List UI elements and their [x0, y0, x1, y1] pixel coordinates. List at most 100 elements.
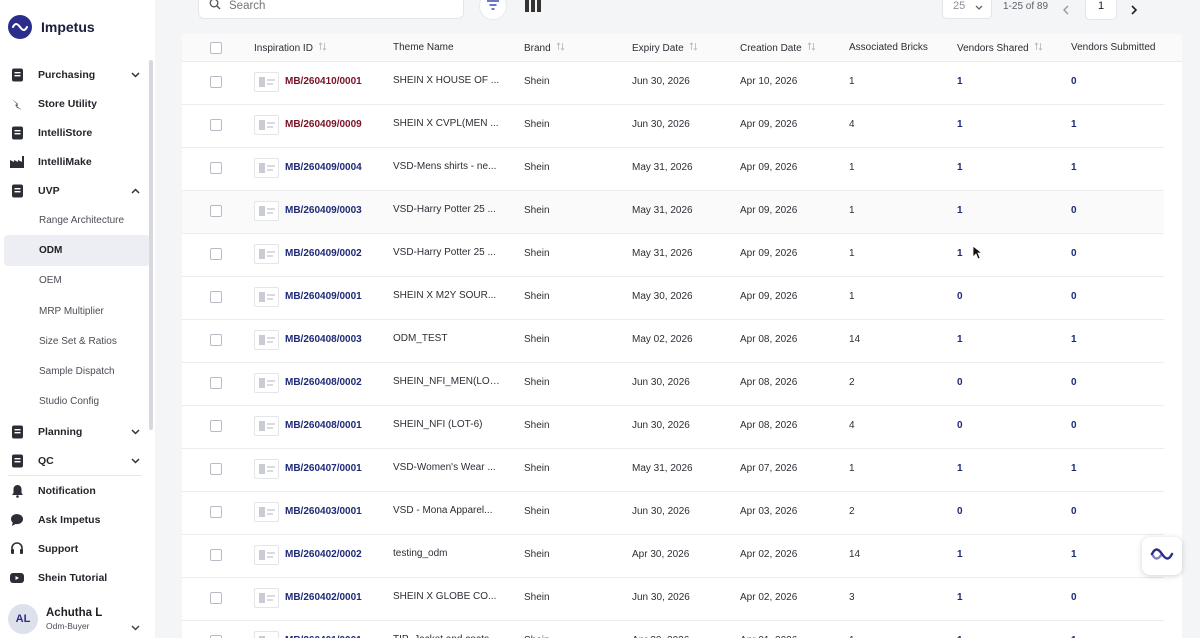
table-row[interactable]: MB/260401/0001TIP_Jacket and coatsSheinA… [182, 621, 1164, 638]
inspiration-id-link[interactable]: MB/260410/0001 [285, 76, 362, 87]
vendors-submitted[interactable]: 0 [1071, 248, 1077, 259]
inspiration-thumbnail[interactable] [254, 373, 279, 393]
header-vendors-shared[interactable]: Vendors Shared [957, 42, 1043, 54]
row-checkbox[interactable] [210, 549, 222, 561]
inspiration-thumbnail[interactable] [254, 416, 279, 436]
inspiration-id-link[interactable]: MB/260409/0001 [285, 291, 362, 302]
vendors-shared[interactable]: 1 [957, 592, 963, 603]
vendors-shared[interactable]: 0 [957, 420, 963, 431]
header-creation-date[interactable]: Creation Date [740, 42, 816, 54]
inspiration-thumbnail[interactable] [254, 631, 279, 638]
table-row[interactable]: MB/260410/0001 SHEIN X HOUSE OF ... Shein J… [182, 62, 1164, 105]
vendors-shared[interactable]: 0 [957, 506, 963, 517]
page-number-input[interactable]: 1 [1085, 0, 1117, 20]
select-all-checkbox[interactable] [210, 42, 222, 54]
vendors-submitted[interactable]: 1 [1071, 549, 1077, 560]
inspiration-id-link[interactable]: MB/260408/0002 [285, 377, 362, 388]
sort-icon[interactable] [556, 42, 565, 54]
row-checkbox[interactable] [210, 162, 222, 174]
inspiration-id-link[interactable]: MB/260409/0004 [285, 162, 362, 173]
inspiration-id-link[interactable]: MB/260402/0001 [285, 592, 362, 603]
vendors-submitted[interactable]: 0 [1071, 420, 1077, 431]
inspiration-thumbnail[interactable] [254, 158, 279, 178]
vendors-submitted[interactable]: 1 [1071, 463, 1077, 474]
sidebar-subitem-odm[interactable]: ODM [4, 235, 150, 266]
user-profile[interactable]: AL Achutha L Odm-Buyer [8, 604, 102, 634]
vendors-submitted[interactable]: 0 [1071, 592, 1077, 603]
inspiration-id-link[interactable]: MB/260409/0002 [285, 248, 362, 259]
impetus-assistant-button[interactable] [1142, 537, 1182, 575]
vendors-shared[interactable]: 1 [957, 205, 963, 216]
vendors-shared[interactable]: 1 [957, 119, 963, 130]
vendors-submitted[interactable]: 1 [1071, 334, 1077, 345]
sidebar-subitem-studio-config[interactable]: Studio Config [0, 387, 150, 417]
vendors-shared[interactable]: 0 [957, 377, 963, 388]
vendors-submitted[interactable]: 0 [1071, 506, 1077, 517]
inspiration-thumbnail[interactable] [254, 287, 279, 307]
header-brand[interactable]: Brand [524, 42, 565, 54]
table-row[interactable]: MB/260402/0001 SHEIN X GLOBE CO... Shein Ju… [182, 578, 1164, 621]
sidebar-subitem-range-architecture[interactable]: Range Architecture [0, 205, 150, 235]
row-checkbox[interactable] [210, 377, 222, 389]
chevron-down-icon[interactable] [131, 426, 140, 438]
inspiration-thumbnail[interactable] [254, 545, 279, 565]
vendors-shared[interactable]: 1 [957, 248, 963, 259]
search-input[interactable] [229, 0, 429, 12]
prev-page-icon[interactable] [1062, 2, 1070, 20]
vendors-submitted[interactable]: 0 [1071, 377, 1077, 388]
table-row[interactable]: MB/260403/0001 VSD - Mona Apparel... Shein… [182, 492, 1164, 535]
sort-icon[interactable] [689, 42, 698, 54]
sidebar-item-intellistore[interactable]: IntelliStore [0, 118, 150, 147]
inspiration-id-link[interactable]: MB/260402/0002 [285, 549, 362, 560]
sidebar-item-shein-tutorial[interactable]: Shein Tutorial [0, 563, 150, 592]
filter-button[interactable] [479, 0, 507, 20]
vendors-shared[interactable]: 0 [957, 291, 963, 302]
sidebar-item-notification[interactable]: Notification [0, 476, 150, 505]
vendors-submitted[interactable]: 1 [1071, 119, 1077, 130]
table-row[interactable]: MB/260408/0003 ODM_TEST Shein May 02, 2026 A… [182, 320, 1164, 363]
inspiration-id-link[interactable]: MB/260409/0003 [285, 205, 362, 216]
inspiration-thumbnail[interactable] [254, 244, 279, 264]
chevron-down-icon[interactable] [131, 69, 140, 81]
columns-icon[interactable] [525, 0, 541, 17]
vendors-shared[interactable]: 1 [957, 162, 963, 173]
inspiration-id-link[interactable]: MB/260409/0009 [285, 119, 362, 130]
sidebar-item-uvp[interactable]: UVP [0, 176, 150, 205]
sort-icon[interactable] [318, 42, 327, 54]
vendors-shared[interactable]: 1 [957, 334, 963, 345]
table-row[interactable]: MB/260409/0009 SHEIN X CVPL(MEN ... Shein J… [182, 105, 1164, 148]
search-box[interactable] [198, 0, 464, 19]
inspiration-id-link[interactable]: MB/260403/0001 [285, 506, 362, 517]
inspiration-thumbnail[interactable] [254, 459, 279, 479]
table-row[interactable]: MB/260408/0001 SHEIN_NFI (LOT-6) Shein Jun … [182, 406, 1164, 449]
table-row[interactable]: MB/260409/0002 VSD-Harry Potter 25 ... She… [182, 234, 1164, 277]
inspiration-thumbnail[interactable] [254, 72, 279, 92]
row-checkbox[interactable] [210, 205, 222, 217]
vendors-submitted[interactable]: 1 [1071, 162, 1077, 173]
table-row[interactable]: MB/260409/0003 VSD-Harry Potter 25 ... She… [182, 191, 1164, 234]
chevron-down-icon[interactable] [131, 455, 140, 467]
sidebar-scrollbar[interactable] [149, 60, 153, 430]
inspiration-thumbnail[interactable] [254, 330, 279, 350]
sort-icon[interactable] [807, 42, 816, 54]
inspiration-id-link[interactable]: MB/260408/0003 [285, 334, 362, 345]
row-checkbox[interactable] [210, 248, 222, 260]
sort-icon[interactable] [1034, 42, 1043, 54]
vendors-shared[interactable]: 1 [957, 76, 963, 87]
row-checkbox[interactable] [210, 76, 222, 88]
sidebar-item-purchasing[interactable]: Purchasing [0, 60, 150, 89]
inspiration-thumbnail[interactable] [254, 201, 279, 221]
inspiration-id-link[interactable]: MB/260408/0001 [285, 420, 362, 431]
sidebar-item-ask-impetus[interactable]: Ask Impetus [0, 505, 150, 534]
app-logo[interactable]: Impetus [8, 15, 95, 39]
inspiration-thumbnail[interactable] [254, 502, 279, 522]
sidebar-subitem-oem[interactable]: OEM [0, 266, 150, 296]
sidebar-item-store-utility[interactable]: Store Utility [0, 89, 150, 118]
row-checkbox[interactable] [210, 334, 222, 346]
row-checkbox[interactable] [210, 291, 222, 303]
header-expiry-date[interactable]: Expiry Date [632, 42, 698, 54]
chevron-up-icon[interactable] [131, 185, 140, 197]
row-checkbox[interactable] [210, 592, 222, 604]
row-checkbox[interactable] [210, 506, 222, 518]
sidebar-item-qc[interactable]: QC [0, 446, 150, 475]
